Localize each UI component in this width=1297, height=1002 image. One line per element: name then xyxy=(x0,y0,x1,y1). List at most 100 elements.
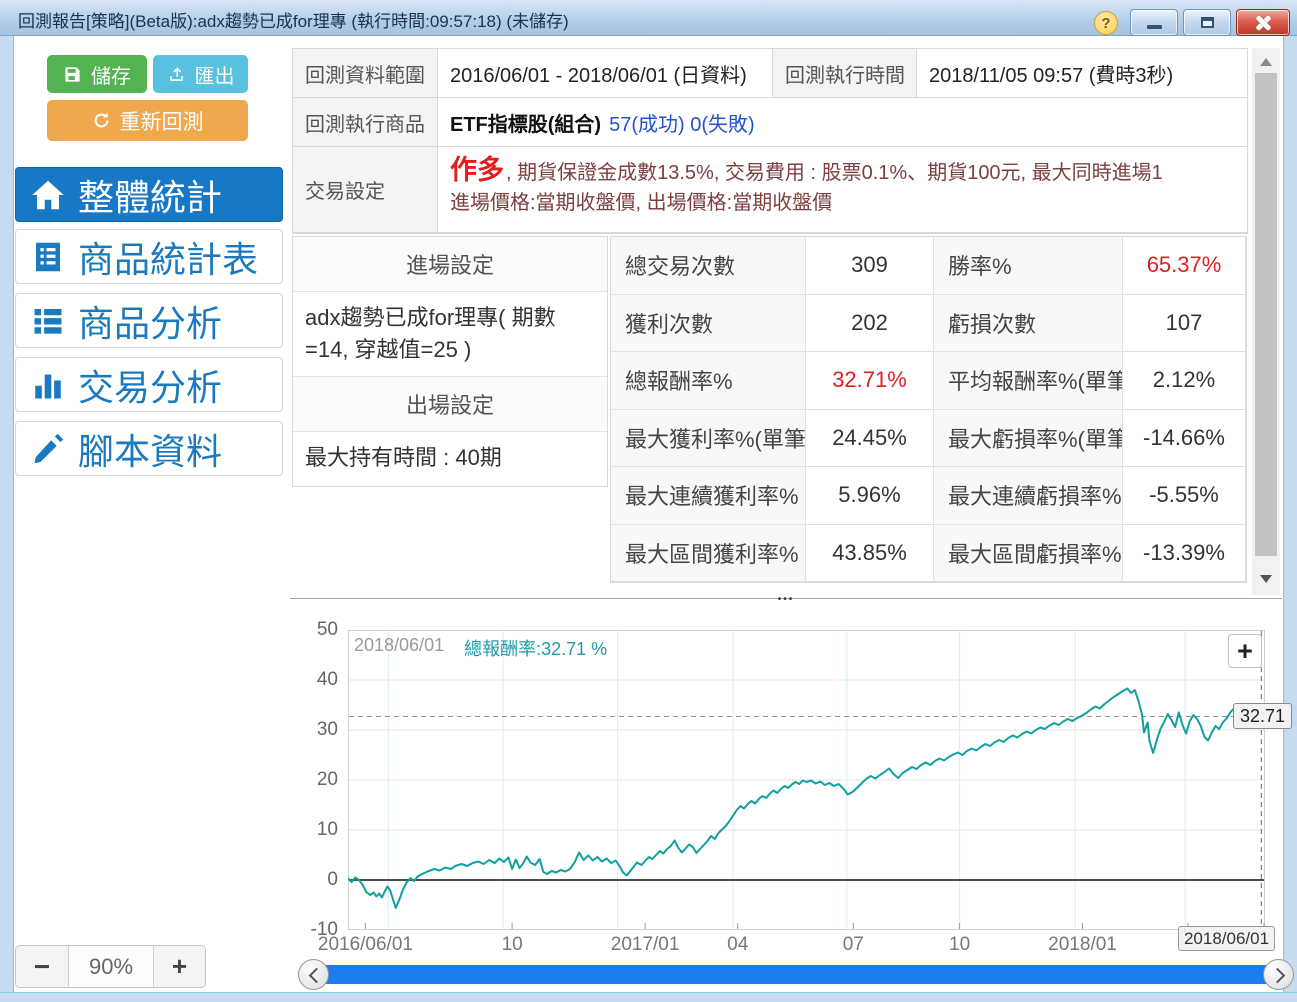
stats-label: 最大區間虧損率% xyxy=(934,525,1123,583)
entry-exit-settings-panel: 進場設定 adx趨勢已成for理專( 期數=14, 穿越值=25 ) 出場設定 … xyxy=(292,236,608,487)
trade-setting-line1: , 期貨保證金成數13.5%, 交易費用 : 股票0.1%、期貨100元, 最大… xyxy=(506,162,1163,184)
product-result-link[interactable]: 57(成功) 0(失敗) xyxy=(609,108,755,137)
chevron-right-icon xyxy=(1270,968,1286,984)
sidebar-item-product-analysis[interactable]: 商品分析 xyxy=(15,293,283,348)
stats-value: 65.37% xyxy=(1123,237,1246,295)
splitter-grip-icon[interactable]: ••• xyxy=(778,595,795,605)
window-edge-left xyxy=(0,36,14,1001)
chevron-left-icon xyxy=(309,968,325,984)
y-tick-label: 50 xyxy=(300,619,338,641)
sidebar-item-label: 整體統計 xyxy=(78,169,222,221)
x-tick-label: 10 xyxy=(502,934,523,956)
trade-setting-line2: 進場價格:當期收盤價, 出場價格:當期收盤價 xyxy=(450,188,1235,218)
export-button[interactable]: 匯出 xyxy=(153,55,248,93)
maximize-button[interactable] xyxy=(1183,9,1231,36)
stats-value: 43.85% xyxy=(806,525,934,583)
overall-stats-table: 總交易次數309勝率%65.37%獲利次數202虧損次數107總報酬率%32.7… xyxy=(610,236,1247,583)
help-button[interactable]: ? xyxy=(1094,11,1118,35)
save-button[interactable]: 儲存 xyxy=(47,55,147,93)
chart-scrollbar-thumb[interactable] xyxy=(313,965,1279,984)
reference-value-label: 32.71 xyxy=(1233,703,1292,729)
sidebar-item-product-stats-table[interactable]: 商品統計表 xyxy=(15,229,283,284)
exec-time-value: 2018/11/05 09:57 (費時3秒) xyxy=(917,49,1247,98)
scroll-up-icon[interactable] xyxy=(1260,58,1272,66)
stats-value: 24.45% xyxy=(806,410,934,468)
rerun-backtest-button[interactable]: 重新回測 xyxy=(47,100,248,141)
sidebar-item-label: 商品統計表 xyxy=(78,231,258,283)
sidebar-item-trade-analysis[interactable]: 交易分析 xyxy=(15,357,283,412)
stats-label: 虧損次數 xyxy=(934,295,1123,353)
y-tick-label: 20 xyxy=(300,769,338,791)
y-tick-label: 30 xyxy=(300,719,338,741)
minimize-button[interactable] xyxy=(1130,9,1178,36)
stats-label: 最大虧損率%(單筆) xyxy=(934,410,1123,468)
zoom-out-button[interactable]: − xyxy=(16,946,69,987)
x-tick-label: 10 xyxy=(949,934,970,956)
x-tick-label: 2018/01 xyxy=(1048,934,1117,956)
trade-setting-label: 交易設定 xyxy=(293,147,438,233)
maximize-icon xyxy=(1201,17,1214,28)
entry-settings-value: adx趨勢已成for理專( 期數=14, 穿越值=25 ) xyxy=(293,292,607,377)
chart-cursor-date: 2018/06/01 xyxy=(354,635,444,661)
zoom-control: − 90% + xyxy=(15,945,206,988)
save-button-label: 儲存 xyxy=(91,60,131,89)
exit-settings-value: 最大持有時間 : 40期 xyxy=(293,432,607,486)
stats-value: 202 xyxy=(806,295,934,353)
pane-splitter[interactable]: ••• xyxy=(290,598,1282,611)
exec-time-label: 回測執行時間 xyxy=(773,49,917,98)
close-button[interactable] xyxy=(1236,9,1290,36)
rerun-button-label: 重新回測 xyxy=(120,106,204,136)
direction-badge: 作多 xyxy=(450,155,504,185)
equity-curve-chart: 50403020100-10 2018/06/01 總報酬率:32.71 % 2… xyxy=(300,628,1292,958)
stats-label: 最大區間獲利率% xyxy=(611,525,806,583)
stats-label: 總報酬率% xyxy=(611,352,806,410)
vertical-scrollbar-thumb[interactable] xyxy=(1255,73,1277,556)
y-tick-label: 10 xyxy=(300,819,338,841)
stats-value: 309 xyxy=(806,237,934,295)
bar-chart-icon xyxy=(30,367,66,403)
stats-label: 總交易次數 xyxy=(611,237,806,295)
chart-total-return: 總報酬率:32.71 % xyxy=(464,635,607,661)
chart-zoom-in-button[interactable]: + xyxy=(1228,634,1262,668)
stats-label: 平均報酬率%(單筆) xyxy=(934,352,1123,410)
range-label: 回測資料範圍 xyxy=(293,49,438,98)
crosshair-date-label: 2018/06/01 xyxy=(1178,926,1275,951)
stats-value: 5.96% xyxy=(806,467,934,525)
refresh-icon xyxy=(92,111,111,130)
chart-x-axis: 2016/06/01102017/010407102018/010406 xyxy=(348,934,1265,960)
export-icon xyxy=(167,65,186,84)
chart-plot-area[interactable] xyxy=(348,630,1265,930)
x-tick-label: 04 xyxy=(727,934,748,956)
range-value: 2016/06/01 - 2018/06/01 (日資料) xyxy=(438,49,773,98)
stats-value: 107 xyxy=(1123,295,1246,353)
panel-vertical-scrollbar[interactable] xyxy=(1252,48,1280,595)
window-title: 回測報告[策略](Beta版):adx趨勢已成for理專 (執行時間:09:57… xyxy=(18,7,569,32)
equity-curve-svg xyxy=(348,630,1265,930)
list-icon xyxy=(30,303,66,339)
chart-header: 2018/06/01 總報酬率:32.71 % xyxy=(354,635,607,661)
scroll-down-icon[interactable] xyxy=(1260,575,1272,583)
scroll-right-button[interactable] xyxy=(1263,959,1294,990)
exit-settings-header: 出場設定 xyxy=(293,377,607,432)
y-tick-label: 40 xyxy=(300,669,338,691)
sidebar-item-overall-stats[interactable]: 整體統計 xyxy=(15,167,283,222)
stats-label: 獲利次數 xyxy=(611,295,806,353)
pencil-icon xyxy=(30,431,66,467)
x-tick-label: 07 xyxy=(843,934,864,956)
stats-label: 勝率% xyxy=(934,237,1123,295)
product-value: ETF指標股(組合) 57(成功) 0(失敗) xyxy=(438,98,1247,147)
export-button-label: 匯出 xyxy=(195,60,235,89)
chart-horizontal-scrollbar xyxy=(300,958,1292,992)
table-icon xyxy=(30,239,66,275)
title-bar: 回測報告[策略](Beta版):adx趨勢已成for理專 (執行時間:09:57… xyxy=(0,0,1297,36)
minimize-icon xyxy=(1147,25,1162,29)
home-icon xyxy=(30,177,66,213)
sidebar-item-label: 商品分析 xyxy=(78,295,222,347)
trade-setting-value: 作多, 期貨保證金成數13.5%, 交易費用 : 股票0.1%、期貨100元, … xyxy=(438,147,1247,233)
scroll-left-button[interactable] xyxy=(298,959,329,990)
product-name: ETF指標股(組合) xyxy=(450,108,601,137)
x-tick-label: 2017/01 xyxy=(611,934,680,956)
sidebar-item-label: 交易分析 xyxy=(78,359,222,411)
zoom-in-button[interactable]: + xyxy=(153,946,205,987)
sidebar-item-script-data[interactable]: 腳本資料 xyxy=(15,421,283,476)
